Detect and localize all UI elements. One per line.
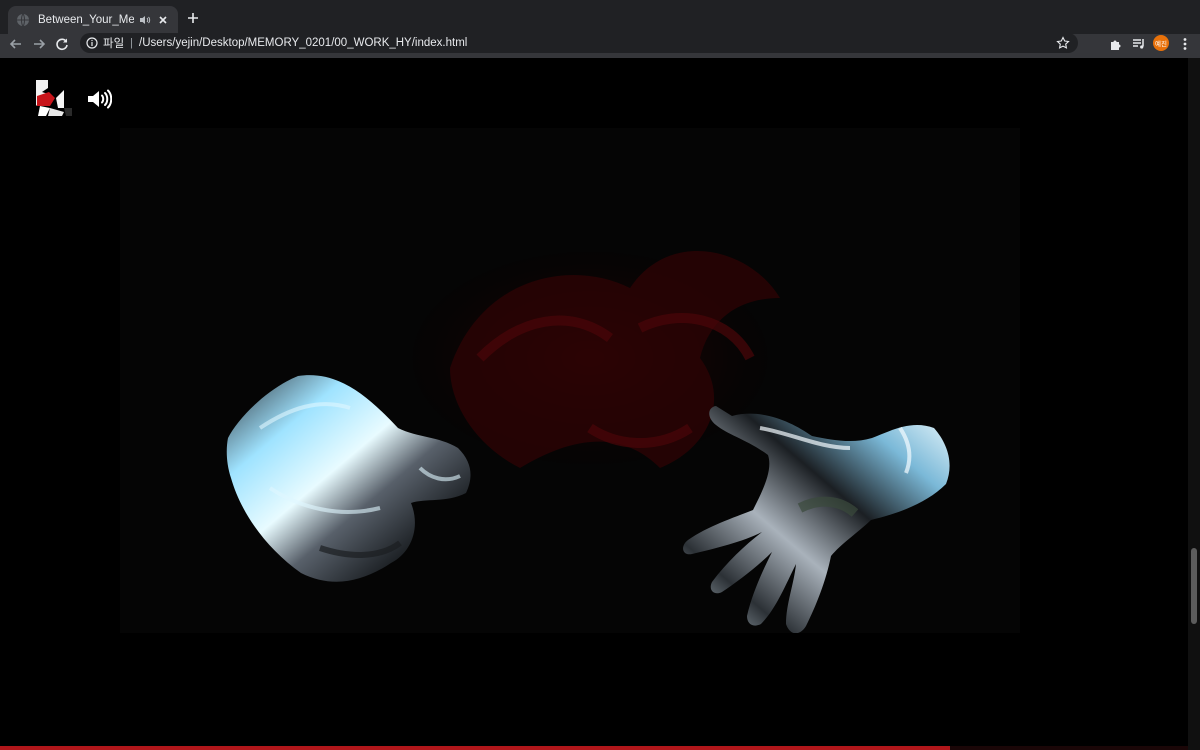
- browser-tab[interactable]: Between_Your_Memories: [8, 6, 178, 34]
- arrow-right-icon[interactable]: [31, 36, 47, 52]
- red-smoke-icon: [390, 238, 790, 478]
- address-separator: |: [130, 37, 134, 49]
- globe-icon: [17, 13, 29, 27]
- star-icon[interactable]: [1056, 36, 1070, 50]
- tab-strip: Between_Your_Memories: [0, 0, 1200, 34]
- puzzle-icon[interactable]: [1108, 36, 1124, 52]
- scheme-label: 파일: [103, 38, 125, 50]
- brand-logo-icon[interactable]: [34, 78, 76, 118]
- bottom-progress-bar: [0, 746, 1188, 750]
- address-bar[interactable]: 파일 | /Users/yejin/Desktop/MEMORY_0201/00…: [80, 33, 1078, 53]
- scrollbar-track[interactable]: [1188, 58, 1200, 750]
- arrow-left-icon[interactable]: [8, 36, 24, 52]
- info-icon[interactable]: [86, 37, 98, 49]
- scene-canvas[interactable]: [120, 128, 1020, 633]
- plus-icon[interactable]: [185, 10, 201, 26]
- reload-icon[interactable]: [54, 36, 70, 52]
- volume-icon[interactable]: [86, 88, 112, 110]
- url-text[interactable]: /Users/yejin/Desktop/MEMORY_0201/00_WORK…: [139, 37, 467, 49]
- page-content: [0, 58, 1188, 750]
- media-queue-icon[interactable]: [1131, 36, 1147, 52]
- tab-title: Between_Your_Memories: [38, 14, 134, 26]
- scrollbar-thumb[interactable]: [1191, 548, 1197, 624]
- profile-avatar[interactable]: 예진: [1153, 35, 1169, 51]
- speaker-icon[interactable]: [138, 13, 152, 27]
- close-icon[interactable]: [156, 13, 170, 27]
- kebab-menu-icon[interactable]: [1177, 36, 1193, 52]
- bottom-progress-fill: [0, 746, 951, 750]
